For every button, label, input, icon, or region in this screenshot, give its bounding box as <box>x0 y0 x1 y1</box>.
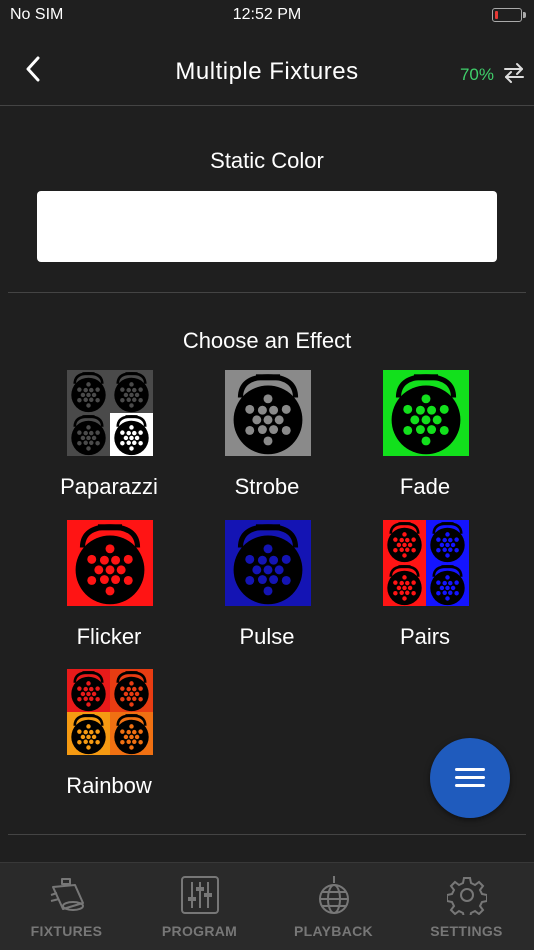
static-color-heading: Static Color <box>210 148 324 173</box>
tab-bar: FIXTURES PROGRAM PLAYBACK SETTINGS <box>0 862 534 950</box>
intensity-percent: 70% <box>459 65 494 84</box>
effect-tile <box>67 520 153 606</box>
fixture-icon <box>50 878 84 911</box>
static-color-swatch[interactable] <box>37 191 497 262</box>
effect-paparazzi[interactable]: Paparazzi <box>29 370 189 510</box>
effect-tile <box>225 370 311 456</box>
divider <box>8 292 526 293</box>
tab-label: PROGRAM <box>161 923 238 939</box>
effect-strobe[interactable]: Strobe <box>187 370 347 510</box>
chevron-left-icon <box>26 56 40 82</box>
effect-label: Fade <box>399 474 451 499</box>
swap-arrows-icon[interactable] <box>502 61 526 85</box>
back-button[interactable] <box>20 56 46 82</box>
effect-pairs[interactable]: Pairs <box>345 520 505 660</box>
tab-program[interactable]: PROGRAM <box>133 863 266 950</box>
menu-button[interactable] <box>430 738 510 818</box>
tab-label: FIXTURES <box>30 923 103 939</box>
effect-label: Rainbow <box>66 773 152 798</box>
effect-pulse[interactable]: Pulse <box>187 520 347 660</box>
effect-tile <box>67 669 153 755</box>
effect-label: Paparazzi <box>60 474 158 499</box>
clock: 12:52 PM <box>232 6 302 23</box>
gear-icon <box>447 877 487 915</box>
effect-tile <box>225 520 311 606</box>
page-title: Multiple Fixtures <box>175 58 359 85</box>
nav-bar: Multiple Fixtures 70% <box>0 32 534 106</box>
effect-label: Flicker <box>76 624 142 649</box>
sliders-icon <box>181 876 219 914</box>
divider <box>8 834 526 835</box>
effect-label: Pairs <box>399 624 451 649</box>
effect-fade[interactable]: Fade <box>345 370 505 510</box>
effect-label: Pulse <box>239 624 295 649</box>
effect-tile <box>67 370 153 456</box>
battery-icon <box>492 8 526 22</box>
effect-label: Strobe <box>234 474 300 499</box>
tab-fixtures[interactable]: FIXTURES <box>0 863 133 950</box>
tab-label: SETTINGS <box>430 923 503 939</box>
tab-settings[interactable]: SETTINGS <box>400 863 533 950</box>
effect-tile <box>383 370 469 456</box>
disco-ball-icon <box>319 876 349 914</box>
tab-label: PLAYBACK <box>294 923 373 939</box>
effect-rainbow[interactable]: Rainbow <box>29 669 189 809</box>
tab-playback[interactable]: PLAYBACK <box>267 863 400 950</box>
effect-flicker[interactable]: Flicker <box>29 520 189 660</box>
effects-heading: Choose an Effect <box>182 328 352 353</box>
effect-tile <box>383 520 469 606</box>
status-bar: No SIM 12:52 PM <box>0 0 534 32</box>
